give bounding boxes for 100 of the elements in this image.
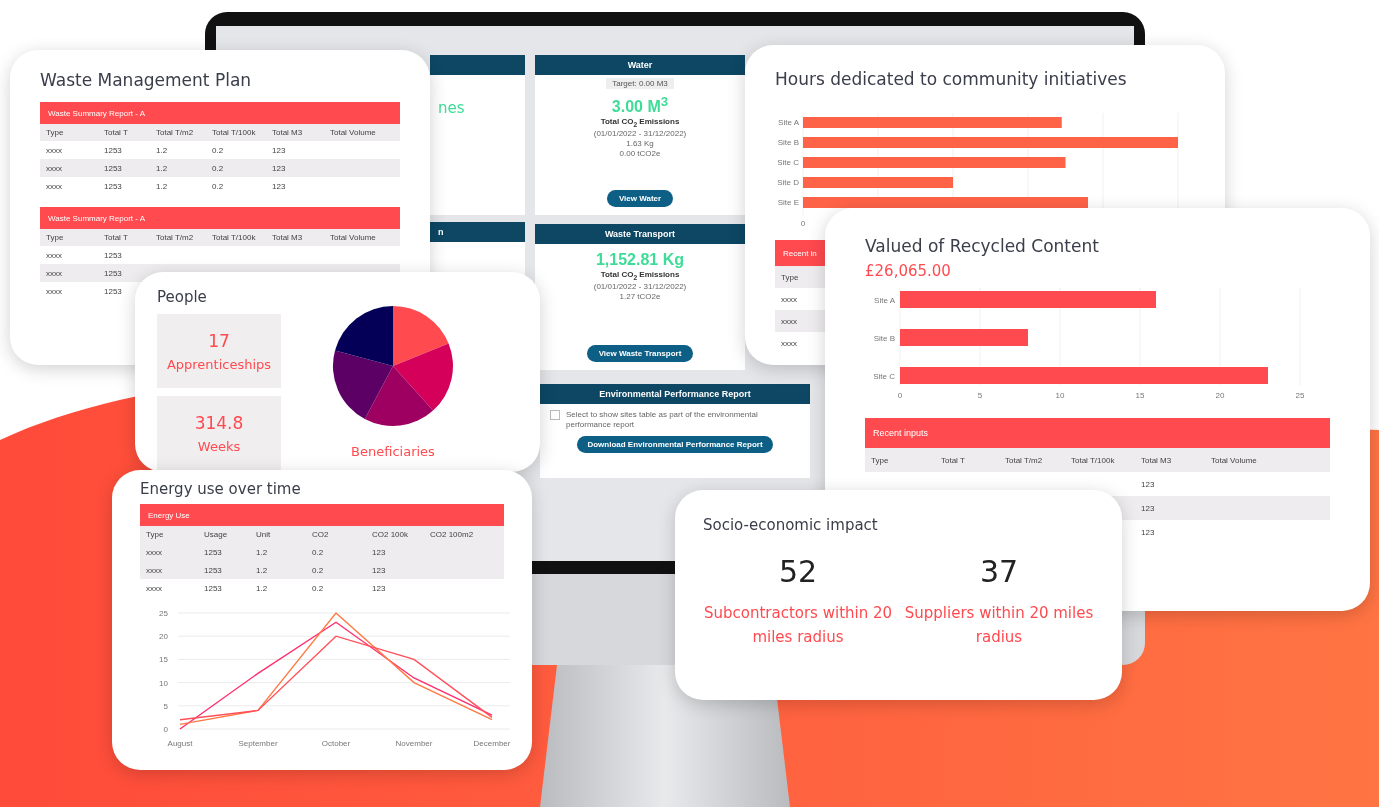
- view-button[interactable]: View Waste Transport: [586, 345, 694, 362]
- axis-label: Site B: [873, 334, 895, 343]
- column-header: Type: [871, 455, 890, 465]
- column-header: Total Volume: [330, 233, 377, 242]
- table-cell-text: 123: [272, 163, 287, 173]
- card-title: Waste Management Plan: [40, 70, 253, 90]
- axis-label: Site E: [777, 198, 799, 207]
- table-cell-text: 1253: [104, 181, 123, 191]
- panel-value: nes: [437, 99, 466, 117]
- table-cell-text: 123: [272, 181, 287, 191]
- table-cell-text: xxxx: [46, 286, 63, 296]
- axis-tick-label: August: [167, 739, 193, 748]
- metric-label: Total CO$_{2}$ Emissions: [600, 117, 680, 128]
- table-cell-text: xxxx: [46, 250, 63, 260]
- axis-tick-label: 5: [977, 391, 983, 400]
- table-cell-text: 1253: [204, 583, 223, 593]
- table-cell-text: 0.2: [312, 547, 325, 557]
- table-title: Recent inputs: [865, 418, 1330, 448]
- stat-label: Suppliers within 20 miles radius: [904, 603, 1094, 648]
- axis-label: Site A: [874, 296, 895, 305]
- download-button[interactable]: Download Environmental Performance Report: [577, 436, 773, 453]
- column-header: Total Volume: [330, 128, 377, 137]
- stat-value: 37: [979, 554, 1019, 589]
- table-cell-text: xxxx: [781, 338, 798, 348]
- table-cell-text: 123: [372, 583, 387, 593]
- metric-value: 1,152.81 Kg: [595, 251, 685, 269]
- table-cell-text: 123: [372, 547, 387, 557]
- stat-label: Weeks: [197, 438, 241, 454]
- axis-tick-label: 0: [800, 219, 806, 228]
- column-header: Total T/m2: [156, 128, 195, 137]
- column-header: Type: [781, 272, 800, 282]
- axis-tick-label: November: [395, 739, 433, 748]
- table-title: Energy Use: [140, 504, 504, 526]
- panel-title: Water: [627, 60, 653, 70]
- column-header: Total T/100k: [212, 233, 257, 242]
- axis-label: Site C: [777, 158, 799, 167]
- axis-label: Site B: [777, 138, 799, 147]
- column-header: Total M3: [1141, 455, 1173, 465]
- table-cell-text: xxxx: [46, 163, 63, 173]
- table-cell-text: 1.2: [156, 163, 169, 173]
- column-header: Total M3: [272, 128, 304, 137]
- axis-tick-label: 20: [159, 632, 168, 642]
- card-title: People: [157, 288, 208, 306]
- table-cell-text: xxxx: [46, 181, 63, 191]
- axis-tick-label: 25: [159, 609, 168, 618]
- stat-label: Subcontractors within 20 miles radius: [703, 603, 893, 648]
- column-header: Type: [146, 530, 165, 539]
- column-header: Total T: [941, 455, 966, 465]
- table-cell-text: 1253: [204, 547, 223, 557]
- column-header: Total T: [104, 128, 129, 137]
- axis-tick-label: 15: [159, 655, 168, 665]
- panel-title: Environmental Performance Report: [599, 389, 751, 399]
- table-cell-text: 1253: [104, 145, 123, 155]
- column-header: Total T/m2: [156, 233, 195, 242]
- axis-tick-label: 10: [1055, 391, 1065, 400]
- axis-tick-label: 25: [1295, 391, 1305, 400]
- table-cell-text: xxxx: [146, 547, 163, 557]
- table-title: Waste Summary Report - A: [40, 102, 400, 124]
- metric-label: Total CO$_{2}$ Emissions: [600, 270, 680, 281]
- table-cell-text: 123: [272, 145, 287, 155]
- table-cell-text: xxxx: [46, 268, 63, 278]
- axis-tick-label: October: [321, 739, 351, 748]
- table-cell-text: 0.2: [312, 565, 325, 575]
- checkbox[interactable]: [550, 410, 560, 420]
- panel-title: n: [438, 227, 444, 237]
- stat-label: Apprenticeships: [166, 356, 272, 372]
- target-label: Target: 0.00 M3: [606, 78, 674, 89]
- table-cell-text: 0.2: [212, 163, 225, 173]
- column-header: Usage: [204, 530, 229, 539]
- axis-tick-label: 0: [897, 391, 903, 400]
- axis-tick-label: 0: [163, 725, 168, 734]
- table-cell-text: 1.2: [256, 565, 269, 575]
- table-cell-text: 1253: [204, 565, 223, 575]
- date-range: (01/01/2022 - 31/12/2022): [593, 281, 687, 291]
- table-cell-text: 1253: [104, 163, 123, 173]
- table-cell-text: 1.2: [156, 145, 169, 155]
- column-header: Total M3: [272, 233, 304, 242]
- column-header: Total T/m2: [1005, 455, 1044, 465]
- axis-label: Site D: [777, 178, 799, 187]
- metric-detail: 1.27 tCO2e: [619, 291, 661, 301]
- axis-tick-label: 15: [1135, 391, 1145, 400]
- column-header: Total T/100k: [1071, 455, 1116, 465]
- axis-tick-label: 5: [163, 701, 168, 711]
- total-value: £26,065.00: [865, 262, 952, 280]
- table-cell-text: xxxx: [781, 294, 798, 304]
- metric-detail: 1.63 Kg: [626, 138, 654, 148]
- view-button[interactable]: View Water: [606, 190, 674, 207]
- table-cell-text: 1.2: [256, 583, 269, 593]
- table-cell-text: 0.2: [312, 583, 325, 593]
- column-header: Type: [46, 233, 65, 242]
- column-header: Total T/100k: [212, 128, 257, 137]
- column-header: Unit: [256, 530, 272, 539]
- card-title: Hours dedicated to community initiatives: [775, 69, 1128, 89]
- table-cell-text: 123: [372, 565, 387, 575]
- date-range: (01/01/2022 - 31/12/2022): [593, 128, 687, 138]
- table-cell-text: xxxx: [146, 565, 163, 575]
- table-cell-text: 123: [1141, 527, 1156, 537]
- axis-label: Site C: [873, 372, 895, 381]
- axis-tick-label: 20: [1215, 391, 1225, 400]
- card-title: Socio-economic impact: [703, 516, 879, 534]
